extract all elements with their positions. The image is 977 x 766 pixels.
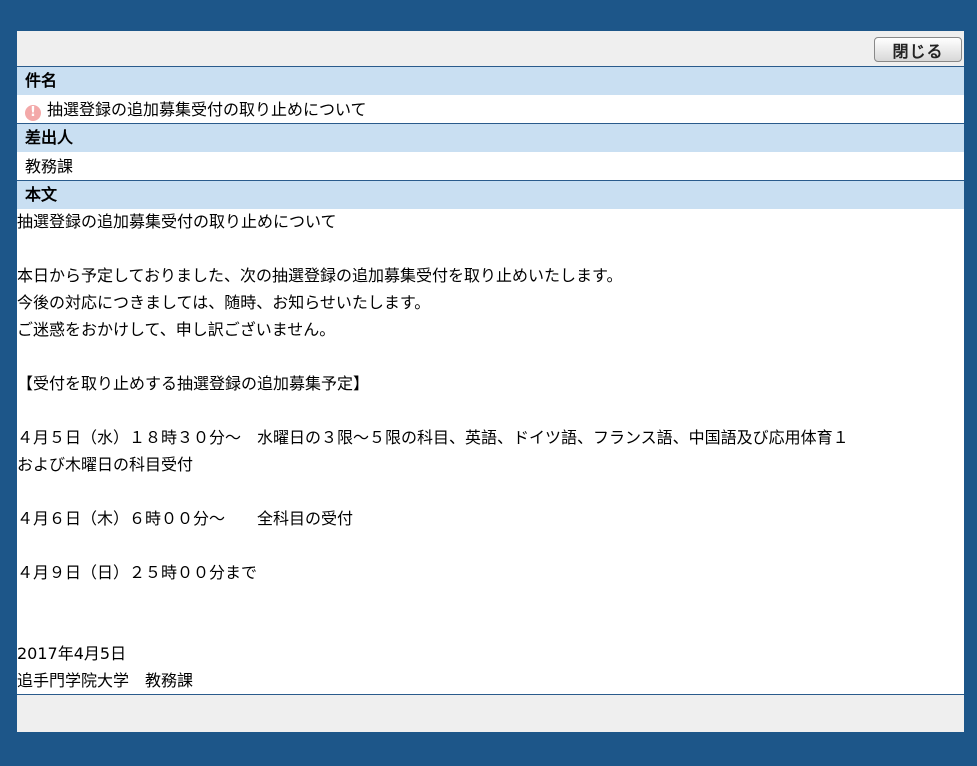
body-line: ４月９日（日）２５時００分まで	[17, 563, 258, 582]
message-panel: 閉じる 件名 ! 抽選登録の追加募集受付の取り止めについて 差出人 教務課 本文 …	[17, 31, 964, 732]
subject-row: ! 抽選登録の追加募集受付の取り止めについて	[17, 95, 964, 124]
footer-bar	[17, 694, 964, 732]
close-button[interactable]: 閉じる	[874, 37, 962, 62]
body-header: 本文	[17, 181, 964, 209]
body-line: ご迷惑をおかけして、申し訳ございません。	[17, 320, 336, 339]
toolbar: 閉じる	[17, 31, 964, 67]
sender-header: 差出人	[17, 124, 964, 152]
body-line: ４月６日（木）６時００分～ 全科目の受付	[17, 509, 354, 528]
body-signature: 追手門学院大学 教務課	[17, 671, 194, 690]
body-line: および木曜日の科目受付	[17, 455, 194, 474]
body-line: 今後の対応につきましては、随時、お知らせいたします。	[17, 293, 431, 312]
body-line: 本日から予定しておりました、次の抽選登録の追加募集受付を取り止めいたします。	[17, 266, 623, 285]
alert-icon: !	[25, 105, 41, 121]
message-body: 抽選登録の追加募集受付の取り止めについて 本日から予定しておりました、次の抽選登…	[17, 208, 964, 694]
subject-value: 抽選登録の追加募集受付の取り止めについて	[47, 100, 367, 119]
subject-header: 件名	[17, 67, 964, 95]
body-line: 【受付を取り止めする抽選登録の追加募集予定】	[17, 374, 370, 393]
body-line: ４月５日（水）１８時３０分～ 水曜日の３限～５限の科目、英語、ドイツ語、フランス…	[17, 428, 849, 447]
body-line: 抽選登録の追加募集受付の取り止めについて	[17, 212, 337, 231]
sender-value: 教務課	[17, 152, 964, 181]
body-date: 2017年4月5日	[17, 644, 127, 663]
